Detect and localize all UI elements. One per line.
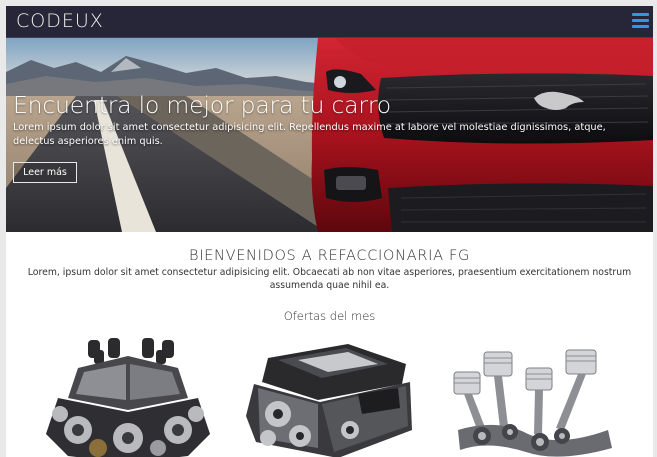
hero-description: Lorem ipsum dolor sit amet consectetur a…: [13, 122, 606, 147]
welcome-title: BIENVENIDOS A REFACCIONARIA FG: [189, 248, 470, 264]
page-frame: CODEUX Encuentra lo mejor para tu carro …: [6, 6, 653, 457]
car-engine-image[interactable]: [238, 338, 418, 457]
v8-engine-image[interactable]: [38, 338, 218, 457]
read-more-button[interactable]: Leer más: [13, 162, 77, 183]
hero-banner: Encuentra lo mejor para tu carro Lorem i…: [6, 38, 653, 232]
navbar: CODEUX: [6, 6, 653, 38]
hero-title: Encuentra lo mejor para tu carro: [13, 91, 391, 119]
pistons-image[interactable]: [438, 338, 618, 457]
offers-title: Ofertas del mes: [283, 309, 376, 323]
brand-logo[interactable]: CODEUX: [16, 10, 104, 32]
hamburger-menu-icon[interactable]: [632, 13, 649, 29]
welcome-text: Lorem, ipsum dolor sit amet consectetur …: [27, 267, 632, 291]
